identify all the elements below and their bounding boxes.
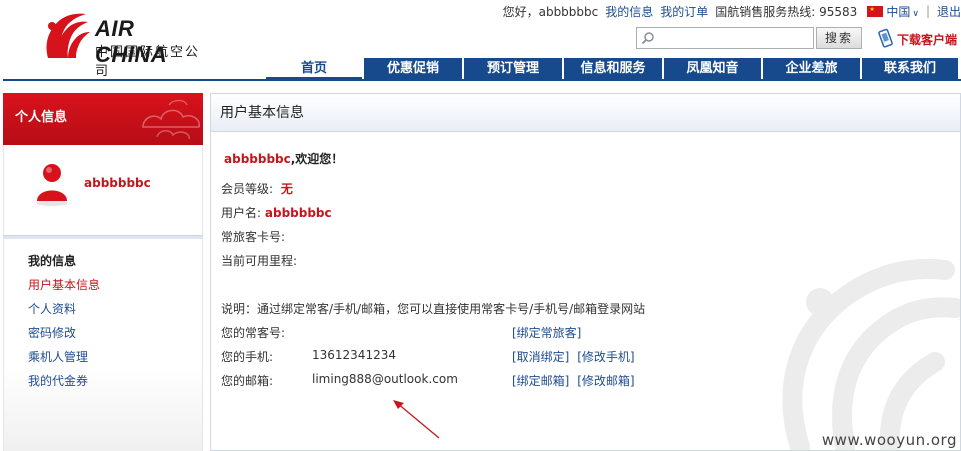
sidebar-menu: 我的信息 用户基本信息 个人资料 密码修改 乘机人管理 我的代金券 — [3, 239, 203, 451]
member-level-label: 会员等级: — [221, 182, 274, 196]
sidebar-header-title: 个人信息 — [15, 110, 68, 125]
watermark-text: www.wooyun.org — [821, 431, 957, 449]
nav-promotions[interactable]: 优惠促销 — [364, 58, 462, 79]
member-level-value: 无 — [280, 182, 293, 196]
nav-contact-us[interactable]: 联系我们 — [862, 58, 958, 79]
username-value: abbbbbbc — [264, 206, 332, 220]
chevron-down-icon: ∨ — [912, 8, 919, 19]
greeting-text: 您好，abbbbbbc — [502, 4, 599, 19]
download-app-label: 下载客户端 — [897, 32, 958, 47]
phoenix-logo-icon — [46, 13, 90, 59]
sidebar-item-password[interactable]: 密码修改 — [28, 321, 202, 345]
card-number-label: 常旅客卡号: — [221, 230, 286, 244]
bind-email-link[interactable]: [绑定邮箱] — [512, 374, 569, 388]
air-china-logo[interactable]: AIR CHINA 中国国际航空公司 — [38, 10, 213, 79]
my-info-link[interactable]: 我的信息 — [605, 3, 653, 20]
nav-underline — [3, 79, 961, 81]
sidebar-item-vouchers[interactable]: 我的代金券 — [28, 369, 202, 393]
unbind-mobile-link[interactable]: [取消绑定] — [512, 350, 569, 364]
sidebar-item-basic-info[interactable]: 用户基本信息 — [28, 273, 202, 297]
member-level-row: 会员等级: 无 — [221, 180, 293, 197]
profile-card: abbbbbbc — [3, 145, 203, 235]
mobile-row: 您的手机: 13612341234 [取消绑定] [修改手机] — [221, 348, 821, 364]
search-icon — [641, 32, 654, 45]
search-input[interactable] — [636, 27, 814, 49]
nav-info-services[interactable]: 信息和服务 — [564, 58, 662, 79]
language-label: 中国 — [886, 4, 911, 19]
card-number-row: 常旅客卡号: — [221, 228, 285, 245]
main-panel: 用户基本信息 abbbbbbc,欢迎您！ 会员等级: 无 用户名: abbbbb… — [210, 93, 961, 451]
search-bar: 搜索 — [636, 27, 866, 49]
phoenix-watermark-icon — [782, 258, 960, 450]
my-orders-link[interactable]: 我的订单 — [660, 3, 708, 20]
avatar-icon — [36, 164, 68, 206]
download-app-link[interactable]: 下载客户端 — [877, 28, 957, 50]
bind-frequent-flyer-link[interactable]: [绑定常旅客] — [512, 326, 581, 340]
welcome-message: abbbbbbc,欢迎您！ — [224, 150, 343, 167]
welcome-name: abbbbbbc — [224, 152, 291, 166]
cloud-pattern-icon — [142, 99, 200, 140]
main-nav: 首页 优惠促销 预订管理 信息和服务 凤凰知音 企业差旅 联系我们 — [266, 58, 958, 79]
page-title: 用户基本信息 — [211, 94, 960, 132]
main-body: abbbbbbc,欢迎您！ 会员等级: 无 用户名: abbbbbbc 常旅客卡… — [211, 132, 960, 450]
sidebar-menu-title: 我的信息 — [28, 254, 77, 268]
miles-label: 当前可用里程: — [221, 254, 298, 268]
sidebar-item-profile[interactable]: 个人资料 — [28, 297, 202, 321]
sidebar: 个人信息 abbbbbbc 我的信息 用户基本信息 个人资料 密码修改 乘机人管… — [3, 93, 203, 451]
red-arrow-annotation — [393, 400, 440, 439]
mobile-label: 您的手机: — [221, 350, 274, 364]
welcome-suffix: ,欢迎您！ — [290, 152, 344, 166]
top-links-bar: 您好，abbbbbbc 我的信息 我的订单 国航销售服务热线: 95583 中国… — [496, 3, 961, 19]
sidebar-username: abbbbbbc — [84, 176, 151, 190]
logout-link[interactable]: 退出 — [937, 3, 961, 20]
nav-phoenixmiles[interactable]: 凤凰知音 — [664, 58, 761, 79]
username-row: 用户名: abbbbbbc — [221, 204, 332, 221]
nav-booking-management[interactable]: 预订管理 — [464, 58, 562, 79]
sidebar-header: 个人信息 — [3, 93, 203, 145]
nav-home[interactable]: 首页 — [266, 58, 362, 79]
email-row: 您的邮箱: liming888@outlook.com [绑定邮箱] [修改邮箱… — [221, 372, 821, 388]
nav-corporate-travel[interactable]: 企业差旅 — [763, 58, 860, 79]
email-value: liming888@outlook.com — [312, 372, 458, 386]
mobile-phone-icon — [878, 28, 893, 48]
username-label: 用户名: — [221, 206, 262, 220]
brand-name-cn: 中国国际航空公司 — [95, 45, 201, 79]
sidebar-item-passengers[interactable]: 乘机人管理 — [28, 345, 202, 369]
language-selector[interactable]: 中国 ∨ — [886, 3, 919, 20]
frequent-flyer-label: 您的常客号: — [221, 326, 286, 340]
mobile-value: 13612341234 — [312, 348, 396, 362]
miles-row: 当前可用里程: — [221, 252, 297, 269]
separator: | — [925, 4, 930, 18]
edit-email-link[interactable]: [修改邮箱] — [577, 374, 634, 388]
hotline-text: 国航销售服务热线: 95583 — [715, 4, 858, 19]
edit-mobile-link[interactable]: [修改手机] — [577, 350, 634, 364]
binding-note: 说明：通过绑定常客/手机/邮箱，您可以直接使用常客卡号/手机号/邮箱登录网站 — [221, 302, 646, 316]
china-flag-icon — [867, 5, 884, 17]
search-button[interactable]: 搜索 — [816, 27, 862, 49]
frequent-flyer-row: 您的常客号: [绑定常旅客] — [221, 324, 821, 340]
email-label: 您的邮箱: — [221, 374, 274, 388]
